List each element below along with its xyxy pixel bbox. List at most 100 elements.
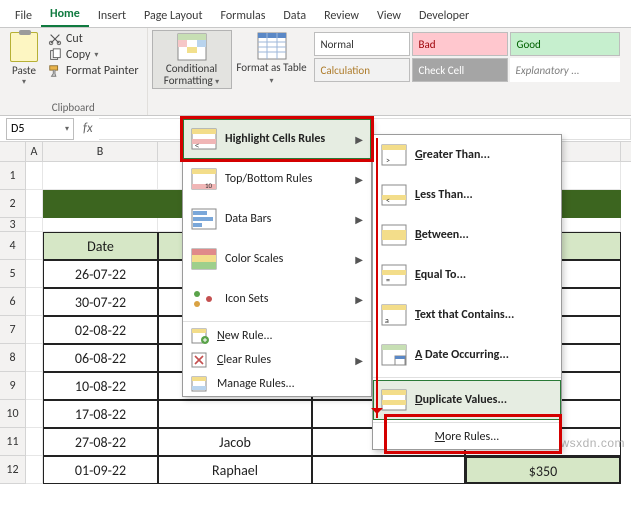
tab-insert[interactable]: Insert — [89, 4, 135, 27]
highlight-cells-icon: < — [191, 128, 217, 150]
cell[interactable] — [26, 344, 43, 372]
cell[interactable] — [26, 456, 43, 484]
tab-page-layout[interactable]: Page Layout — [135, 4, 211, 27]
format-as-table-icon — [257, 32, 287, 60]
cell[interactable]: Jacob — [158, 428, 312, 456]
cell[interactable]: 30-07-22 — [43, 288, 158, 316]
row-header[interactable]: 2 — [0, 190, 26, 218]
style-calculation[interactable]: Calculation — [314, 58, 410, 82]
format-as-table-label: Format as Table ▾ — [234, 62, 310, 87]
cell[interactable] — [26, 428, 43, 456]
tab-home[interactable]: Home — [41, 2, 89, 27]
row-header[interactable]: 11 — [0, 428, 26, 456]
submenu-between[interactable]: Between... — [373, 215, 561, 255]
row-header[interactable]: 8 — [0, 344, 26, 372]
cell[interactable]: 27-08-22 — [43, 428, 158, 456]
cell[interactable] — [26, 372, 43, 400]
style-explanatory[interactable]: Explanatory ... — [510, 58, 620, 82]
menu-manage-rules[interactable]: Manage Rules... — [183, 372, 371, 396]
duplicate-values-icon — [381, 389, 407, 411]
menu-label: Clear Rules — [217, 353, 271, 367]
submenu-more-rules[interactable]: More Rules... — [373, 425, 561, 449]
style-check-cell[interactable]: Check Cell — [412, 58, 508, 82]
row-header[interactable]: 5 — [0, 260, 26, 288]
tab-developer[interactable]: Developer — [410, 4, 478, 27]
cell[interactable]: 10-08-22 — [43, 372, 158, 400]
cell[interactable] — [43, 218, 158, 232]
cut-button[interactable]: Cut — [48, 32, 139, 46]
menu-top-bottom-rules[interactable]: 10 Top/Bottom Rules ▶ — [183, 159, 371, 199]
row-header[interactable]: 3 — [0, 218, 26, 232]
paste-button[interactable]: Paste ▾ — [4, 30, 44, 89]
cell[interactable] — [26, 400, 43, 428]
row-header[interactable]: 9 — [0, 372, 26, 400]
chevron-right-icon: ▶ — [355, 173, 363, 186]
chevron-right-icon: ▶ — [355, 213, 363, 226]
format-as-table-button[interactable]: Format as Table ▾ — [232, 30, 312, 87]
style-bad[interactable]: Bad — [412, 32, 508, 56]
cell[interactable] — [26, 162, 43, 190]
cell[interactable]: 06-08-22 — [43, 344, 158, 372]
conditional-formatting-button[interactable]: Conditional Formatting ▾ — [152, 30, 232, 89]
row-header[interactable]: 6 — [0, 288, 26, 316]
menu-new-rule[interactable]: New Rule... — [183, 324, 371, 348]
cell[interactable] — [26, 218, 43, 232]
name-box[interactable]: D5 ▾ — [6, 118, 74, 140]
menu-color-scales[interactable]: Color Scales ▶ — [183, 239, 371, 279]
cell[interactable] — [43, 190, 158, 218]
chevron-down-icon: ▾ — [94, 50, 98, 60]
copy-button[interactable]: Copy ▾ — [48, 48, 139, 62]
conditional-formatting-icon — [177, 33, 207, 61]
submenu-label: Between... — [415, 228, 469, 242]
cell[interactable] — [26, 260, 43, 288]
cell[interactable] — [26, 190, 43, 218]
cell[interactable]: 01-09-22 — [43, 456, 158, 484]
group-label-clipboard: Clipboard — [4, 99, 143, 115]
cell[interactable]: 17-08-22 — [43, 400, 158, 428]
tab-formulas[interactable]: Formulas — [211, 4, 274, 27]
table-header-date[interactable]: Date — [43, 232, 158, 260]
menu-clear-rules[interactable]: Clear Rules ▶ — [183, 348, 371, 372]
cell[interactable] — [26, 316, 43, 344]
menu-data-bars[interactable]: Data Bars ▶ — [183, 199, 371, 239]
new-rule-icon — [191, 328, 209, 344]
menu-icon-sets[interactable]: Icon Sets ▶ — [183, 279, 371, 319]
cell[interactable]: 02-08-22 — [43, 316, 158, 344]
menu-label: Top/Bottom Rules — [225, 172, 312, 186]
submenu-date-occurring[interactable]: A Date Occurring... — [373, 335, 561, 375]
submenu-duplicate-values[interactable]: Duplicate Values... — [373, 380, 561, 420]
submenu-text-contains[interactable]: a Text that Contains... — [373, 295, 561, 335]
manage-rules-icon — [191, 376, 209, 392]
style-good[interactable]: Good — [510, 32, 620, 56]
row-header[interactable]: 10 — [0, 400, 26, 428]
row-header[interactable]: 1 — [0, 162, 26, 190]
cell[interactable] — [26, 232, 43, 260]
row-header[interactable]: 7 — [0, 316, 26, 344]
cell-amount[interactable]: $350 — [465, 456, 621, 484]
tab-view[interactable]: View — [368, 4, 410, 27]
watermark: wsxdn.com — [560, 436, 625, 450]
submenu-equal-to[interactable]: = Equal To... — [373, 255, 561, 295]
row-header[interactable]: 12 — [0, 456, 26, 484]
cell[interactable]: 26-07-22 — [43, 260, 158, 288]
select-all-corner[interactable] — [0, 142, 26, 161]
submenu-less-than[interactable]: < Less Than... — [373, 175, 561, 215]
col-header-a[interactable]: A — [26, 142, 43, 161]
cell[interactable] — [43, 162, 158, 190]
menu-highlight-cells-rules[interactable]: < Highlight Cells Rules ▶ — [183, 119, 371, 159]
row-header[interactable]: 4 — [0, 232, 26, 260]
fx-icon[interactable]: fx — [77, 121, 99, 136]
data-bars-icon — [191, 208, 217, 230]
tab-review[interactable]: Review — [315, 4, 368, 27]
style-normal[interactable]: Normal — [314, 32, 410, 56]
tab-data[interactable]: Data — [274, 4, 315, 27]
cell[interactable] — [158, 400, 312, 428]
submenu-greater-than[interactable]: > Greater Than... — [373, 135, 561, 175]
tab-file[interactable]: File — [6, 4, 41, 27]
submenu-label: A Date Occurring... — [415, 348, 509, 362]
col-header-b[interactable]: B — [43, 142, 158, 161]
cell[interactable] — [312, 456, 465, 484]
cell[interactable]: Raphael — [158, 456, 312, 484]
cell[interactable] — [26, 288, 43, 316]
format-painter-button[interactable]: Format Painter — [48, 64, 139, 78]
